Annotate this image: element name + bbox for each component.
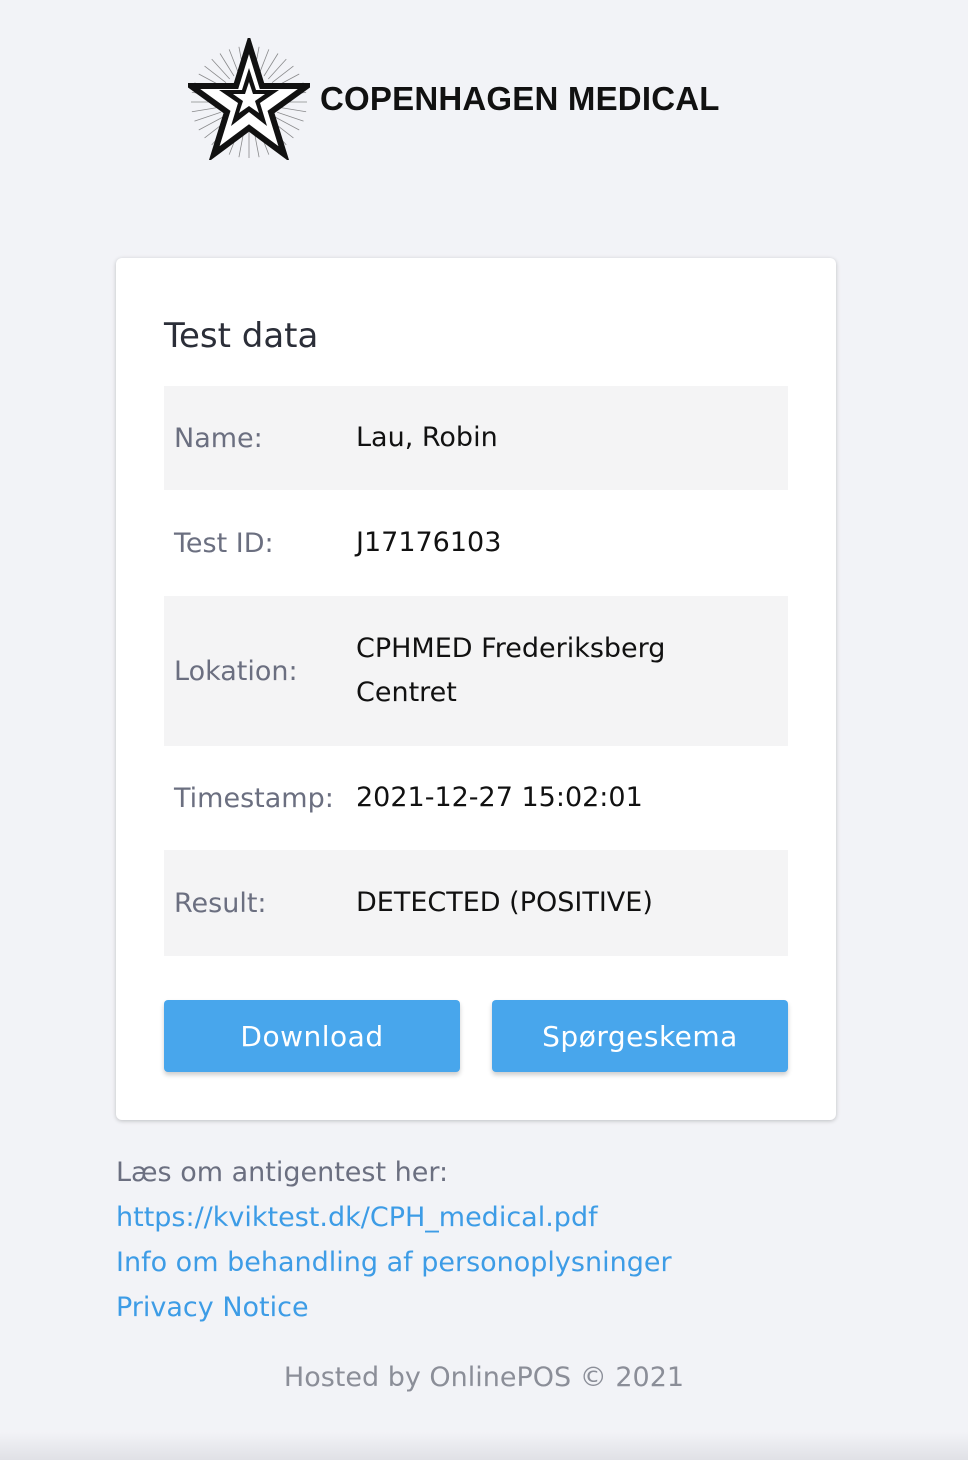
row-value: CPHMED Frederiksberg Centret bbox=[356, 633, 666, 708]
row-test-id: Test ID: J17176103 bbox=[164, 490, 788, 596]
brand-logo: COPENHAGEN MEDICAL bbox=[188, 38, 758, 160]
logo-ray bbox=[277, 111, 304, 122]
privacy-notice-link[interactable]: Privacy Notice bbox=[116, 1285, 856, 1330]
info-section: Læs om antigentest her: https://kviktest… bbox=[116, 1150, 856, 1330]
row-label: Name: bbox=[174, 422, 263, 454]
star-logo-icon bbox=[188, 38, 310, 160]
row-label: Timestamp: bbox=[174, 782, 334, 814]
row-value: DETECTED (POSITIVE) bbox=[356, 887, 653, 918]
logo-ray bbox=[278, 106, 307, 113]
row-timestamp: Timestamp: 2021-12-27 15:02:01 bbox=[164, 746, 788, 850]
row-value: Lau, Robin bbox=[356, 422, 498, 453]
info-intro: Læs om antigentest her: bbox=[116, 1157, 449, 1188]
row-label: Result: bbox=[174, 887, 267, 919]
test-data-card: Test data Name: Lau, Robin Test ID: J171… bbox=[116, 258, 836, 1120]
personal-data-info-link[interactable]: Info om behandling af personoplysninger bbox=[116, 1240, 856, 1285]
row-value: 2021-12-27 15:02:01 bbox=[356, 782, 643, 813]
logo-ray bbox=[211, 58, 231, 80]
row-value: J17176103 bbox=[356, 527, 502, 558]
bottom-shade bbox=[0, 1432, 968, 1460]
brand-name: COPENHAGEN MEDICAL bbox=[320, 80, 720, 117]
test-data-table: Name: Lau, Robin Test ID: J17176103 Loka… bbox=[164, 386, 788, 956]
logo-ray bbox=[267, 58, 287, 80]
logo-ray bbox=[194, 111, 221, 122]
logo-ray bbox=[204, 65, 227, 84]
logo-ray bbox=[191, 106, 220, 113]
footer-text: Hosted by OnlinePOS © 2021 bbox=[283, 1362, 685, 1393]
card-title: Test data bbox=[164, 316, 319, 356]
row-label: Lokation: bbox=[174, 655, 298, 687]
row-location: Lokation: CPHMED Frederiksberg Centret bbox=[164, 596, 788, 746]
logo-ray bbox=[271, 65, 294, 84]
row-result: Result: DETECTED (POSITIVE) bbox=[164, 850, 788, 956]
download-button[interactable]: Download bbox=[164, 1000, 460, 1072]
row-label: Test ID: bbox=[174, 527, 274, 559]
antigen-test-pdf-link[interactable]: https://kviktest.dk/CPH_medical.pdf bbox=[116, 1195, 856, 1240]
survey-button[interactable]: Spørgeskema bbox=[492, 1000, 788, 1072]
row-name: Name: Lau, Robin bbox=[164, 386, 788, 490]
